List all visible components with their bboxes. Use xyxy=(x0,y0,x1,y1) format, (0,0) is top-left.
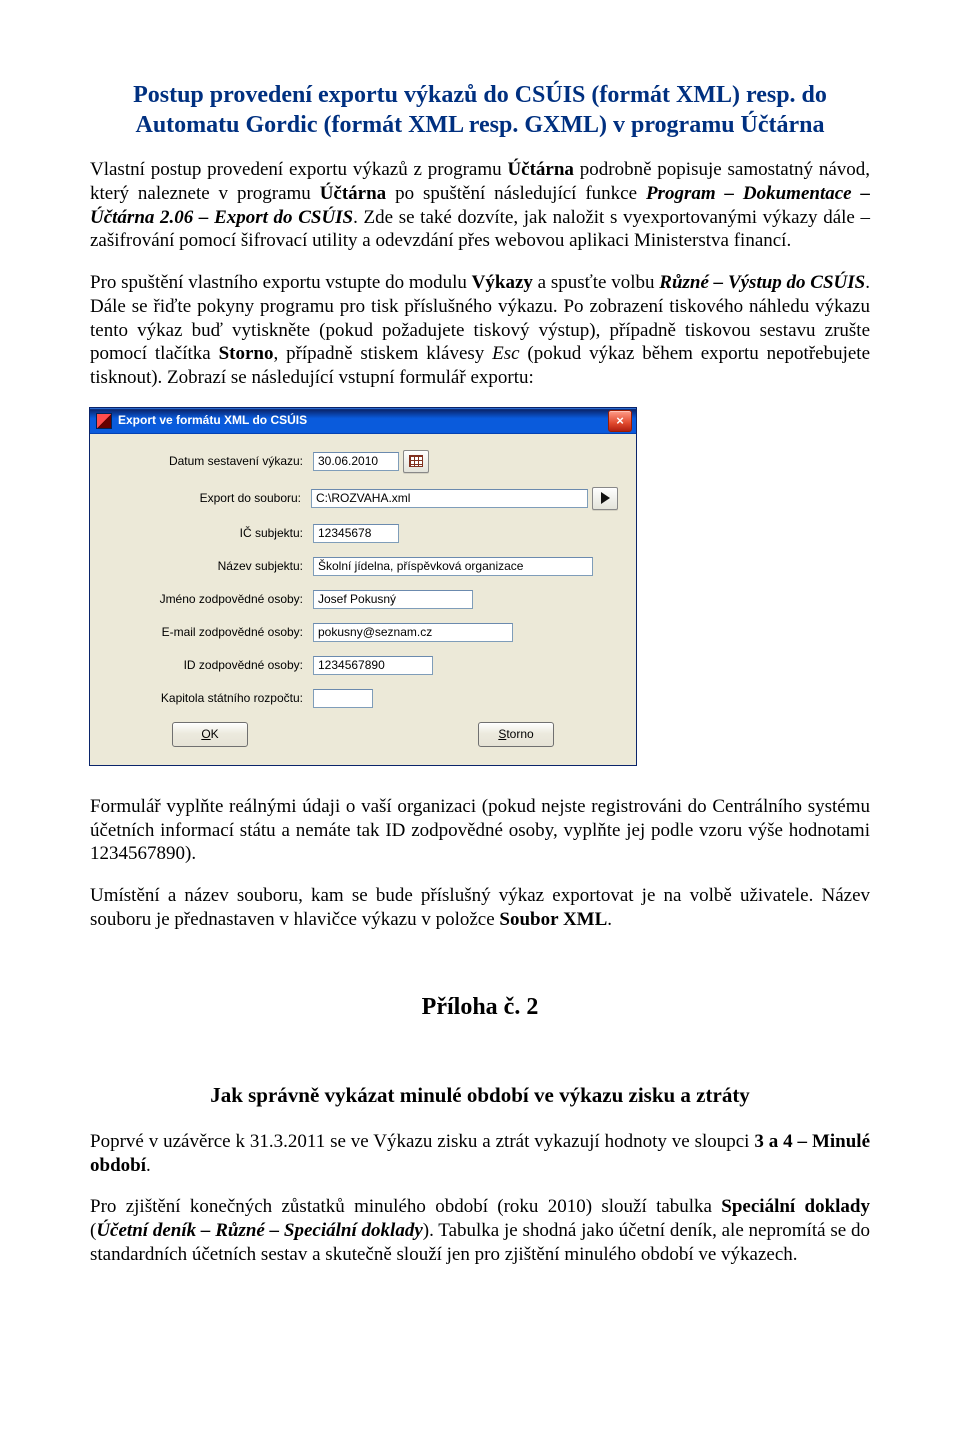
section-heading: Jak správně vykázat minulé období ve výk… xyxy=(90,1082,870,1108)
intro-paragraph-2: Pro spuštění vlastního exportu vstupte d… xyxy=(90,271,870,390)
input-nazev[interactable]: Školní jídelna, příspěvková organizace xyxy=(313,557,593,576)
input-export-file[interactable]: C:\ROZVAHA.xml xyxy=(311,489,588,508)
row-jmeno: Jméno zodpovědné osoby: Josef Pokusný xyxy=(108,590,618,609)
play-icon xyxy=(601,492,610,504)
label-jmeno: Jméno zodpovědné osoby: xyxy=(108,592,313,607)
input-ic[interactable]: 12345678 xyxy=(313,524,399,543)
paragraph-zjisteni: Pro zjištění konečných zůstatků minulého… xyxy=(90,1195,870,1266)
label-id: ID zodpovědné osoby: xyxy=(108,658,313,673)
dialog-title: Export ve formátu XML do CSÚIS xyxy=(118,413,608,428)
text: . xyxy=(607,909,612,930)
close-icon: × xyxy=(616,413,624,429)
text-bold: Speciální doklady xyxy=(721,1196,870,1217)
row-id: ID zodpovědné osoby: 1234567890 xyxy=(108,656,618,675)
row-email: E-mail zodpovědné osoby: pokusny@seznam.… xyxy=(108,623,618,642)
dialog-screenshot: Export ve formátu XML do CSÚIS × Datum s… xyxy=(90,408,870,765)
row-datum: Datum sestavení výkazu: 30.06.2010 xyxy=(108,450,618,473)
text-bold: Výkazy xyxy=(472,272,533,293)
dialog-titlebar[interactable]: Export ve formátu XML do CSÚIS × xyxy=(90,408,636,434)
input-datum[interactable]: 30.06.2010 xyxy=(313,452,399,471)
text-italic: Esc xyxy=(492,343,519,364)
text: . xyxy=(146,1155,151,1176)
ok-rest: K xyxy=(211,727,219,742)
row-export: Export do souboru: C:\ROZVAHA.xml xyxy=(108,487,618,510)
app-icon xyxy=(96,413,112,429)
appendix-heading: Příloha č. 2 xyxy=(90,992,870,1022)
label-ic: IČ subjektu: xyxy=(108,526,313,541)
label-kapitola: Kapitola státního rozpočtu: xyxy=(108,691,313,706)
text: Poprvé v uzávěrce k 31.3.2011 se ve Výka… xyxy=(90,1131,754,1152)
text-bold: Účtárna xyxy=(320,183,386,204)
row-kapitola: Kapitola státního rozpočtu: xyxy=(108,689,618,708)
row-ic: IČ subjektu: 12345678 xyxy=(108,524,618,543)
text: Pro spuštění vlastního exportu vstupte d… xyxy=(90,272,472,293)
text: , případně stiskem klávesy xyxy=(273,343,492,364)
text-bold: Storno xyxy=(219,343,274,364)
browse-button[interactable] xyxy=(592,487,618,510)
text-bold: Soubor XML xyxy=(499,909,607,930)
text: Pro zjištění konečných zůstatků minulého… xyxy=(90,1196,721,1217)
storno-mnemonic: S xyxy=(498,727,506,742)
label-export: Export do souboru: xyxy=(108,491,311,506)
calendar-icon xyxy=(409,455,423,467)
text: Umístění a název souboru, kam se bude př… xyxy=(90,885,870,930)
ok-mnemonic: O xyxy=(201,727,210,742)
label-nazev: Název subjektu: xyxy=(108,559,313,574)
label-datum: Datum sestavení výkazu: xyxy=(108,454,313,469)
text-bold-italic: Účetní deník – Různé – Speciální doklady xyxy=(96,1220,422,1241)
row-nazev: Název subjektu: Školní jídelna, příspěvk… xyxy=(108,557,618,576)
input-id[interactable]: 1234567890 xyxy=(313,656,433,675)
dialog-body: Datum sestavení výkazu: 30.06.2010 Expor… xyxy=(90,434,636,765)
text: po spuštění následující funkce xyxy=(386,183,646,204)
paragraph-umisteni: Umístění a název souboru, kam se bude př… xyxy=(90,884,870,932)
text-bold: Účtárna xyxy=(507,159,573,180)
ok-button[interactable]: OK xyxy=(172,722,248,747)
close-button[interactable]: × xyxy=(608,410,632,432)
input-jmeno[interactable]: Josef Pokusný xyxy=(313,590,473,609)
export-dialog: Export ve formátu XML do CSÚIS × Datum s… xyxy=(90,408,636,765)
storno-rest: torno xyxy=(506,727,533,742)
label-email: E-mail zodpovědné osoby: xyxy=(108,625,313,640)
paragraph-poprve: Poprvé v uzávěrce k 31.3.2011 se ve Výka… xyxy=(90,1130,870,1178)
storno-button[interactable]: Storno xyxy=(478,722,554,747)
input-email[interactable]: pokusny@seznam.cz xyxy=(313,623,513,642)
text-bold-italic: Různé – Výstup do CSÚIS xyxy=(659,272,865,293)
input-kapitola[interactable] xyxy=(313,689,373,708)
paragraph-formular: Formulář vyplňte reálnými údaji o vaší o… xyxy=(90,795,870,866)
text: a spusťte volbu xyxy=(533,272,659,293)
page-title: Postup provedení exportu výkazů do CSÚIS… xyxy=(90,80,870,140)
button-row: OK Storno xyxy=(108,722,618,747)
intro-paragraph-1: Vlastní postup provedení exportu výkazů … xyxy=(90,158,870,253)
text: Vlastní postup provedení exportu výkazů … xyxy=(90,159,507,180)
calendar-button[interactable] xyxy=(403,450,429,473)
